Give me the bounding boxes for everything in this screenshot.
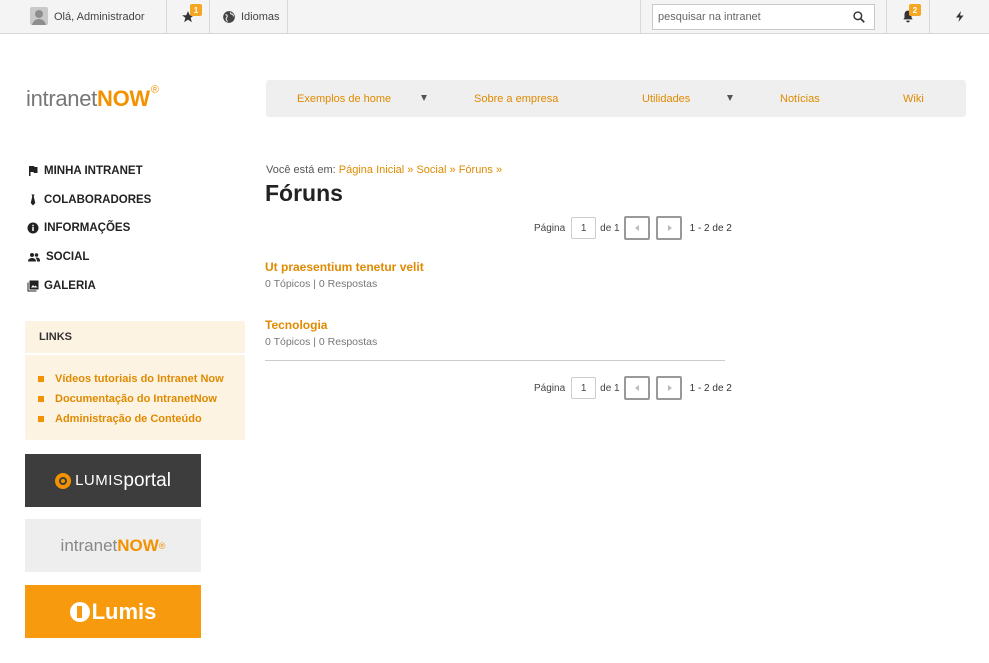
links-title: LINKS (25, 321, 245, 355)
page-title: Fóruns (265, 180, 343, 206)
pager-of-label: de 1 (600, 222, 620, 234)
favorites-button[interactable]: 1 (167, 0, 210, 33)
search-input[interactable] (658, 10, 843, 23)
search-area (640, 0, 887, 33)
lumis-mark-icon (69, 601, 90, 622)
sidebar-item-label: GALERIA (44, 280, 96, 292)
gallery-icon (27, 280, 39, 292)
pager-of-label: de 1 (600, 382, 620, 394)
pager-bottom: Página 1 de 1 1 - 2 de 2 (534, 376, 732, 400)
page-number-input[interactable]: 1 (571, 377, 597, 399)
lumis-logo-icon (55, 472, 72, 489)
forum-meta: 0 Tópicos | 0 Respostas (265, 278, 378, 290)
favorites-badge: 1 (190, 4, 202, 16)
languages-label: Idiomas (241, 10, 280, 23)
avatar-icon (30, 7, 48, 25)
link-label: Documentação do IntranetNow (55, 393, 217, 405)
quick-actions-button[interactable] (930, 0, 989, 33)
flag-icon (29, 166, 38, 176)
forum-meta: 0 Tópicos | 0 Respostas (265, 336, 378, 348)
sidebar-item-colaboradores[interactable]: COLABORADORES (27, 191, 151, 209)
nav-item-exemplos-de-home[interactable]: Exemplos de home (297, 80, 391, 117)
lumisportal-banner[interactable]: LUMIS portal (25, 454, 201, 507)
next-page-button[interactable] (655, 376, 682, 400)
banner-text: portal (123, 469, 171, 491)
pager-range: 1 - 2 de 2 (689, 382, 732, 394)
sidebar-item-informacoes[interactable]: INFORMAÇÕES (27, 219, 130, 237)
sidebar-item-label: COLABORADORES (44, 194, 152, 206)
link-label: Vídeos tutoriais do Intranet Now (55, 373, 224, 385)
chevron-down-icon[interactable] (727, 95, 733, 101)
forum-title-link[interactable]: Tecnologia (265, 318, 377, 332)
forum-item: Ut praesentium tenetur velit 0 Tópicos |… (265, 260, 424, 290)
prev-page-button[interactable] (623, 376, 650, 400)
people-icon (28, 253, 40, 262)
links-box: LINKS Vídeos tutoriais do Intranet Now D… (25, 321, 245, 440)
logo-text-bold: NOW (96, 86, 150, 111)
sidebar-item-minha-intranet[interactable]: MINHA INTRANET (27, 162, 143, 180)
search-icon[interactable] (852, 10, 866, 24)
breadcrumb-social[interactable]: Social (416, 164, 446, 176)
languages-button[interactable]: Idiomas (210, 0, 288, 33)
link-videos-tutoriais[interactable]: Vídeos tutoriais do Intranet Now (38, 373, 224, 385)
sidebar-item-label: SOCIAL (46, 251, 90, 263)
sidebar-item-galeria[interactable]: GALERIA (27, 277, 96, 295)
forum-title-link[interactable]: Ut praesentium tenetur velit (265, 260, 424, 274)
globe-icon (223, 10, 235, 23)
user-greeting: Olá, Administrador (54, 10, 145, 23)
lightning-icon (955, 11, 963, 22)
prev-page-button[interactable] (623, 216, 650, 240)
sidebar-item-social[interactable]: SOCIAL (27, 248, 89, 266)
breadcrumb: Você está em: Página Inicial » Social » … (266, 164, 502, 176)
breadcrumb-prefix: Você está em: (266, 164, 336, 176)
link-administracao-conteudo[interactable]: Administração de Conteúdo (38, 413, 202, 425)
breadcrumb-separator: » (407, 164, 414, 176)
breadcrumb-separator: » (449, 164, 456, 176)
banner-text: Lumis (91, 598, 157, 624)
breadcrumb-separator: » (496, 164, 503, 176)
breadcrumb-home[interactable]: Página Inicial (339, 164, 404, 176)
next-page-button[interactable] (655, 216, 682, 240)
search-box (652, 3, 875, 30)
pager-top: Página 1 de 1 1 - 2 de 2 (534, 216, 732, 240)
notifications-button[interactable]: 2 (887, 0, 930, 33)
pager-label: Página (534, 382, 566, 394)
intranetnow-banner[interactable]: intranet NOW ® (25, 519, 201, 572)
nav-item-sobre-a-empresa[interactable]: Sobre a empresa (474, 80, 558, 117)
bullet-icon (38, 376, 44, 382)
sidebar-item-label: INFORMAÇÕES (44, 222, 131, 234)
forum-item: Tecnologia 0 Tópicos | 0 Respostas (265, 318, 377, 348)
page-number-input[interactable]: 1 (571, 217, 597, 239)
nav-item-noticias[interactable]: Notícias (780, 80, 820, 117)
logo-text: intranet (26, 86, 97, 111)
main-nav: Exemplos de home Sobre a empresa Utilida… (266, 80, 966, 117)
user-menu[interactable]: Olá, Administrador (0, 0, 167, 33)
banner-text: intranet (60, 535, 118, 555)
breadcrumb-foruns[interactable]: Fóruns (459, 164, 493, 176)
pager-range: 1 - 2 de 2 (689, 222, 732, 234)
logo-mark: ® (150, 84, 159, 96)
divider (265, 360, 725, 361)
pager-label: Página (534, 222, 566, 234)
lumis-banner[interactable]: Lumis (25, 585, 201, 638)
banner-mark: ® (158, 540, 166, 551)
sidebar-item-label: MINHA INTRANET (44, 165, 143, 177)
top-bar: Olá, Administrador 1 Idiomas 2 (0, 0, 989, 34)
nav-item-utilidades[interactable]: Utilidades (642, 80, 690, 117)
link-documentacao[interactable]: Documentação do IntranetNow (38, 393, 217, 405)
banner-text-bold: NOW (117, 535, 159, 555)
banner-text: LUMIS (75, 472, 124, 489)
info-icon (27, 222, 39, 234)
chevron-down-icon[interactable] (421, 95, 427, 101)
nav-item-wiki[interactable]: Wiki (903, 80, 924, 117)
bullet-icon (38, 416, 44, 422)
bullet-icon (38, 396, 44, 402)
link-label: Administração de Conteúdo (55, 413, 202, 425)
notifications-badge: 2 (909, 4, 921, 16)
intranetnow-logo[interactable]: intranetNOW® (26, 84, 159, 112)
tie-icon (30, 194, 36, 206)
